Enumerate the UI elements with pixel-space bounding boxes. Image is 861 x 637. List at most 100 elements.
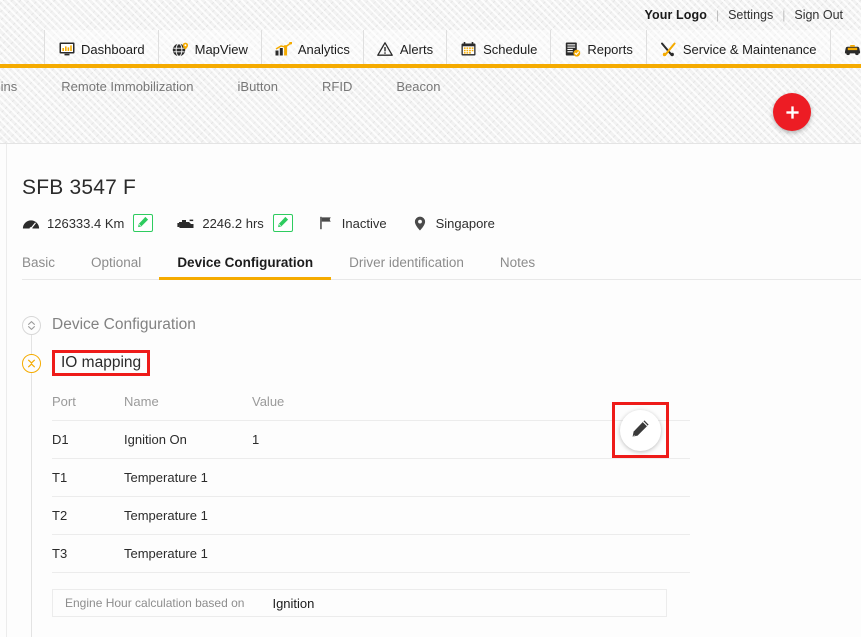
- nav-item-reports[interactable]: Reports: [551, 30, 647, 68]
- nav-label-alerts: Alerts: [399, 41, 434, 57]
- io-mapping-table-head: Port Name Value: [52, 388, 690, 421]
- plus-icon: [784, 104, 801, 121]
- report-document-icon: [564, 42, 581, 57]
- engine-hour-label: Engine Hour calculation based on: [65, 596, 245, 610]
- nav-label-reports: Reports: [587, 41, 633, 57]
- metric-engine-hours: 2246.2 hrs: [177, 214, 293, 232]
- cell-name: Temperature 1: [124, 496, 252, 535]
- nav-item-schedule[interactable]: Schedule: [447, 30, 552, 68]
- metric-status: Inactive: [317, 215, 387, 231]
- brand-logo: Your Logo: [644, 8, 707, 22]
- nav-label-dashboard: Dashboard: [81, 41, 145, 57]
- close-collapse-icon: [22, 353, 41, 373]
- cell-name: Temperature 1: [124, 458, 252, 497]
- cell-value: [252, 496, 690, 535]
- section-active-profile[interactable]: Active profile and other settings: [22, 631, 842, 637]
- metric-engine-hours-value: 2246.2 hrs: [202, 215, 264, 231]
- sub-nav-item-bins[interactable]: Bins: [0, 79, 39, 94]
- cell-port: T3: [52, 534, 124, 573]
- vehicle-detail-card: SFB 3547 F 126333.4 Km 2246.2 hrs Inacti…: [0, 143, 861, 637]
- nav-label-analytics: Analytics: [297, 41, 350, 57]
- bar-chart-icon: [275, 42, 292, 57]
- metric-odometer: 126333.4 Km: [22, 214, 154, 232]
- edit-configuration-button[interactable]: [620, 409, 661, 451]
- odometer-icon: [22, 215, 40, 231]
- cell-name: Temperature 1: [124, 534, 252, 573]
- io-mapping-table: Port Name Value D1 Ignition On 1 T1 Temp…: [52, 388, 690, 573]
- column-header-name: Name: [124, 388, 252, 421]
- utility-bar: Your Logo | Settings | Sign Out: [0, 0, 861, 30]
- metric-odometer-value: 126333.4 Km: [47, 215, 125, 231]
- section-title-io-mapping: IO mapping: [52, 349, 151, 377]
- main-navigation: Dashboard MapView Analytics Alerts Sched…: [0, 30, 861, 68]
- vehicle-metrics: 126333.4 Km 2246.2 hrs Inactive Singapor…: [22, 214, 519, 232]
- cell-name: Ignition On: [124, 420, 252, 459]
- nav-item-dashboard[interactable]: Dashboard: [44, 30, 159, 68]
- settings-link[interactable]: Settings: [728, 8, 773, 22]
- nav-item-alerts[interactable]: Alerts: [363, 30, 448, 68]
- warning-triangle-icon: [377, 42, 394, 57]
- edit-button-highlight: [612, 402, 669, 458]
- cell-port: D1: [52, 420, 124, 459]
- nav-label-service-maintenance: Service & Maintenance: [682, 41, 817, 57]
- pencil-icon: [137, 216, 149, 231]
- sub-nav-item-ibutton[interactable]: iButton: [216, 79, 300, 94]
- metric-location-value: Singapore: [435, 215, 495, 231]
- section-title-device-configuration: Device Configuration: [52, 316, 196, 333]
- add-button[interactable]: [773, 93, 811, 131]
- section-device-configuration[interactable]: Device Configuration: [22, 306, 842, 344]
- tab-notes[interactable]: Notes: [482, 255, 553, 279]
- nav-item-mapview[interactable]: MapView: [158, 30, 262, 68]
- car-icon: [844, 42, 861, 57]
- table-row[interactable]: T3 Temperature 1: [52, 534, 690, 573]
- sub-nav-item-rfid[interactable]: RFID: [300, 79, 374, 94]
- detail-tabs: Basic Optional Device Configuration Driv…: [22, 250, 861, 280]
- chevron-updown-icon: [22, 315, 41, 335]
- metric-location: Singapore: [411, 215, 495, 231]
- table-row[interactable]: T2 Temperature 1: [52, 496, 690, 535]
- pencil-icon: [631, 419, 650, 441]
- cell-port: T2: [52, 496, 124, 535]
- table-row[interactable]: T1 Temperature 1: [52, 458, 690, 497]
- edit-odometer-button[interactable]: [133, 214, 154, 232]
- nav-label-schedule: Schedule: [483, 41, 538, 57]
- sub-nav-item-remote-immobilization[interactable]: Remote Immobilization: [39, 79, 215, 94]
- io-mapping-table-body: D1 Ignition On 1 T1 Temperature 1 T2 Tem…: [52, 420, 690, 573]
- card-left-divider: [6, 144, 7, 637]
- tab-basic[interactable]: Basic: [22, 255, 73, 279]
- metric-status-value: Inactive: [341, 215, 387, 231]
- nav-item-dispatch[interactable]: Dispatch: [830, 30, 861, 68]
- cell-value: [252, 458, 690, 497]
- location-pin-icon: [411, 215, 429, 231]
- utility-separator-1: |: [715, 8, 720, 22]
- cell-value: [252, 534, 690, 573]
- sub-navigation: Bins Remote Immobilization iButton RFID …: [0, 68, 861, 104]
- column-header-port: Port: [52, 388, 124, 421]
- app-root: Your Logo | Settings | Sign Out Dashboar…: [0, 0, 861, 637]
- section-io-mapping[interactable]: IO mapping: [22, 344, 842, 382]
- engine-hour-calculation-field[interactable]: Engine Hour calculation based on Ignitio…: [52, 589, 667, 617]
- edit-engine-hours-button[interactable]: [272, 214, 293, 232]
- nav-label-mapview: MapView: [194, 41, 248, 57]
- calendar-icon: [460, 42, 477, 57]
- engine-hour-value: Ignition: [272, 595, 315, 611]
- utility-separator-2: |: [782, 8, 786, 22]
- table-row[interactable]: D1 Ignition On 1: [52, 420, 690, 459]
- tab-device-configuration[interactable]: Device Configuration: [159, 255, 331, 280]
- dashboard-monitor-icon: [58, 42, 75, 57]
- nav-item-analytics[interactable]: Analytics: [261, 30, 364, 68]
- page-title: SFB 3547 F: [22, 176, 137, 199]
- tab-driver-identification[interactable]: Driver identification: [331, 255, 482, 279]
- nav-item-service-maintenance[interactable]: Service & Maintenance: [646, 30, 831, 68]
- table-header-row: Port Name Value: [52, 388, 690, 421]
- sign-out-link[interactable]: Sign Out: [794, 8, 843, 22]
- sub-nav-item-beacon[interactable]: Beacon: [374, 79, 462, 94]
- cell-port: T1: [52, 458, 124, 497]
- tab-optional[interactable]: Optional: [73, 255, 159, 279]
- globe-pin-icon: [172, 42, 189, 57]
- tools-wrench-icon: [660, 42, 677, 57]
- pencil-icon: [277, 216, 289, 231]
- engine-icon: [177, 215, 195, 231]
- configuration-sections: Device Configuration IO mapping Port Nam…: [22, 306, 842, 637]
